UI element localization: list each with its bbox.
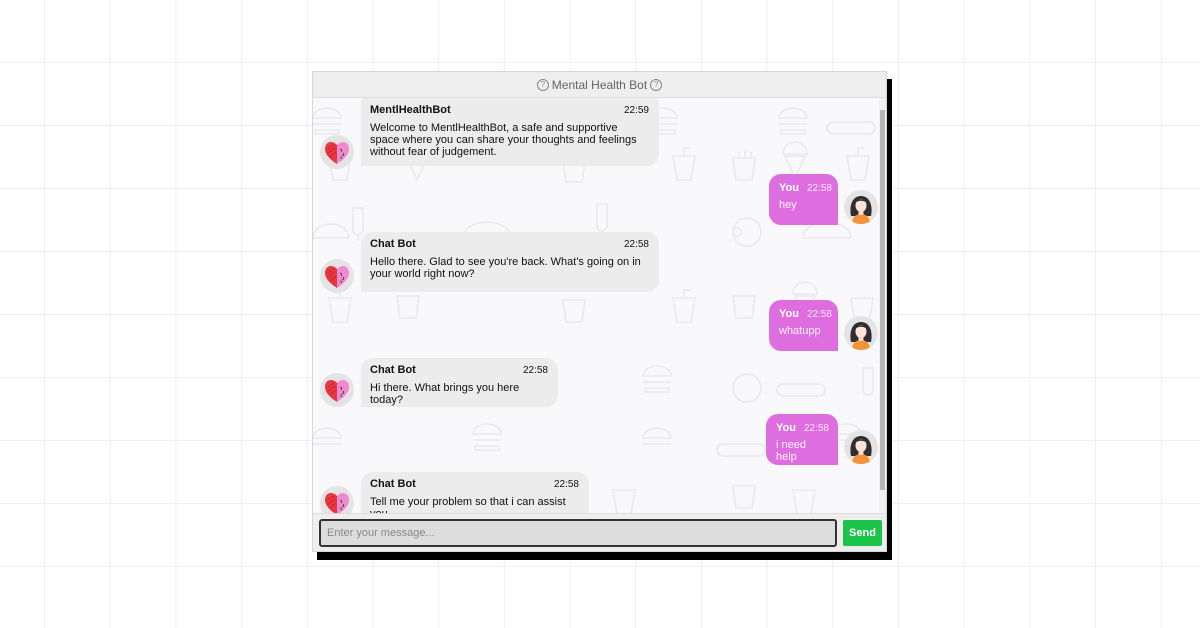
bot-avatar: [320, 259, 354, 293]
heart-brain-icon: [325, 141, 349, 164]
user-avatar: [844, 430, 878, 464]
bot-message-bubble: Chat Bot 22:58 Tell me your problem so t…: [361, 472, 589, 513]
bot-message-bubble: MentlHealthBot 22:59 Welcome to MentlHea…: [361, 98, 659, 166]
message-time: 22:58: [806, 309, 832, 320]
sender-name: MentlHealthBot: [370, 104, 451, 116]
chat-title: Mental Health Bot: [551, 77, 648, 92]
message-text: whatupp: [779, 325, 821, 337]
user-woman-icon: [850, 322, 872, 350]
message-list[interactable]: MentlHealthBot 22:59 Welcome to MentlHea…: [313, 98, 886, 513]
message-text: Tell me your problem so that i can assis…: [370, 496, 566, 513]
user-message-bubble: You 22:58 hey: [769, 174, 838, 225]
message-text: hey: [779, 199, 797, 211]
sender-name: You: [779, 182, 799, 194]
bot-message-bubble: Chat Bot 22:58 Hi there. What brings you…: [361, 358, 558, 407]
message-time: 22:58: [803, 423, 829, 434]
sender-name: Chat Bot: [370, 364, 416, 376]
bot-avatar: [320, 486, 354, 513]
message-input[interactable]: [319, 519, 837, 547]
message-time: 22:58: [522, 365, 548, 376]
scrollbar-thumb[interactable]: [880, 110, 885, 490]
message-time: 22:58: [806, 183, 832, 194]
composer-bar: Send: [313, 513, 886, 551]
message-text: i need help: [776, 439, 806, 463]
bot-avatar: [320, 373, 354, 407]
user-message-bubble: You 22:58 i need help: [766, 414, 838, 465]
help-circle-icon[interactable]: ?: [536, 78, 549, 91]
heart-brain-icon: [325, 379, 349, 402]
message-text: Hello there. Glad to see you're back. Wh…: [370, 256, 641, 280]
bot-avatar: [320, 135, 354, 169]
user-woman-icon: [850, 436, 872, 464]
heart-brain-icon: [325, 492, 349, 513]
message-text: Hi there. What brings you here today?: [370, 382, 520, 406]
chat-header: ? Mental Health Bot ?: [313, 72, 886, 98]
message-text: Welcome to MentlHealthBot, a safe and su…: [370, 122, 637, 158]
chat-window: ? Mental Health Bot ? MentlHealthBot 22:…: [312, 71, 887, 552]
sender-name: Chat Bot: [370, 238, 416, 250]
bot-message-bubble: Chat Bot 22:58 Hello there. Glad to see …: [361, 232, 659, 292]
sender-name: Chat Bot: [370, 478, 416, 490]
send-button[interactable]: Send: [843, 520, 882, 546]
sender-name: You: [776, 422, 796, 434]
sender-name: You: [779, 308, 799, 320]
user-woman-icon: [850, 196, 872, 224]
user-avatar: [844, 316, 878, 350]
chat-scrollbar[interactable]: [879, 98, 886, 513]
heart-brain-icon: [325, 265, 349, 288]
message-time: 22:58: [553, 479, 579, 490]
message-time: 22:59: [623, 105, 649, 116]
user-avatar: [844, 190, 878, 224]
doodle-row-7: [612, 485, 816, 513]
message-time: 22:58: [623, 239, 649, 250]
user-message-bubble: You 22:58 whatupp: [769, 300, 838, 351]
help-circle-icon[interactable]: ?: [650, 78, 663, 91]
